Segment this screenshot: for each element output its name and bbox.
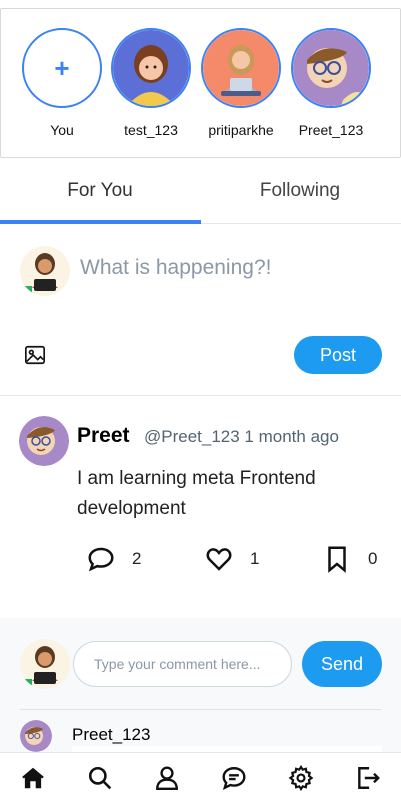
girl-laptop-avatar-icon xyxy=(203,30,279,106)
profile-icon xyxy=(156,766,178,791)
story-avatar[interactable] xyxy=(201,28,281,108)
comment-count: 2 xyxy=(132,549,142,568)
add-story-button[interactable]: + xyxy=(22,28,102,108)
nav-search[interactable] xyxy=(87,765,113,791)
bookmark-count: 0 xyxy=(368,549,378,568)
comments-section: Send Preet_123 xyxy=(0,618,401,752)
bottom-nav xyxy=(0,752,401,798)
home-icon xyxy=(22,767,44,789)
avatar xyxy=(20,639,70,689)
composer-input[interactable]: What is happening?! xyxy=(80,256,271,280)
bookmark-icon xyxy=(328,546,346,573)
user-avatar-icon xyxy=(20,246,70,296)
post-author-name[interactable]: Preet xyxy=(77,424,130,448)
tab-for-you[interactable]: For You xyxy=(0,158,200,224)
send-comment-button[interactable]: Send xyxy=(302,641,382,687)
heart-icon xyxy=(206,548,232,571)
story-add[interactable]: + You xyxy=(22,28,102,138)
divider xyxy=(20,709,381,710)
glasses-avatar-icon xyxy=(19,416,69,466)
feed-tabs: For You Following xyxy=(0,158,401,224)
comment-icon xyxy=(88,547,114,572)
story-label: pritiparkhe xyxy=(208,122,274,138)
stories-bar: + You test_123 pritiparkhe Preet_123 xyxy=(0,8,401,158)
story-pritiparkhe[interactable]: pritiparkhe xyxy=(201,28,281,138)
image-upload-icon[interactable] xyxy=(24,344,46,366)
post-button[interactable]: Post xyxy=(294,336,382,374)
nav-settings[interactable] xyxy=(288,764,314,792)
like-count: 1 xyxy=(250,549,260,568)
post-card: Preet @Preet_123 1 month ago I am learni… xyxy=(0,396,401,618)
plus-icon: + xyxy=(54,53,70,83)
nav-logout[interactable] xyxy=(355,765,381,791)
story-avatar[interactable] xyxy=(111,28,191,108)
story-avatar[interactable] xyxy=(291,28,371,108)
avatar[interactable] xyxy=(19,416,69,466)
nav-home[interactable] xyxy=(20,765,46,791)
nav-messages[interactable] xyxy=(221,765,247,791)
post-composer: What is happening?! Post xyxy=(0,224,401,396)
logout-icon xyxy=(358,767,380,789)
tab-following[interactable]: Following xyxy=(200,158,400,224)
glasses-avatar-icon xyxy=(293,30,369,106)
search-icon xyxy=(88,766,112,790)
like-action[interactable]: 1 xyxy=(204,544,259,574)
nav-profile[interactable] xyxy=(154,765,180,791)
avatar xyxy=(20,246,70,296)
story-label: test_123 xyxy=(124,122,178,138)
bookmark-action[interactable]: 0 xyxy=(322,544,377,574)
comment-author[interactable]: Preet_123 xyxy=(72,725,150,745)
story-label: You xyxy=(50,122,74,138)
post-meta: @Preet_123 1 month ago xyxy=(144,427,339,446)
girl-yellow-avatar-icon xyxy=(113,30,189,106)
settings-icon xyxy=(288,764,314,792)
story-label: Preet_123 xyxy=(298,122,364,138)
comment-action[interactable]: 2 xyxy=(86,544,141,574)
avatar xyxy=(20,720,52,752)
user-avatar-icon xyxy=(20,639,70,689)
comment-input[interactable] xyxy=(73,641,292,687)
messages-icon xyxy=(222,767,246,790)
post-text: I am learning meta Frontend development xyxy=(77,468,316,519)
glasses-avatar-icon xyxy=(20,720,52,752)
story-preet-123[interactable]: Preet_123 xyxy=(291,28,371,138)
story-test-123[interactable]: test_123 xyxy=(111,28,191,138)
